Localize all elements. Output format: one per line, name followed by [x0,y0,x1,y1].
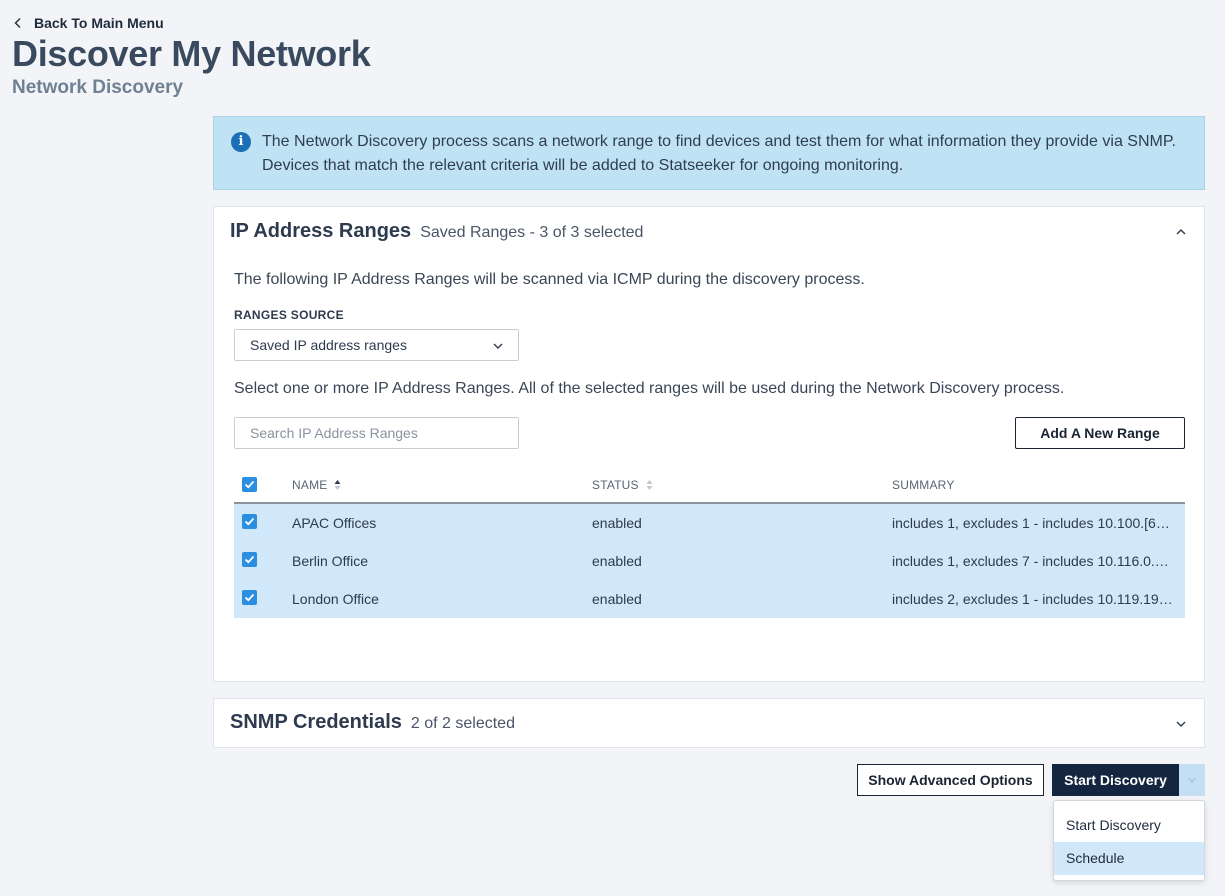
back-to-main-menu-link[interactable]: Back To Main Menu [12,15,164,31]
row-summary: includes 2, excludes 1 - includes 10.119… [892,591,1174,607]
info-banner: i The Network Discovery process scans a … [213,116,1205,190]
panel-title: SNMP Credentials [230,711,402,733]
row-name: APAC Offices [292,515,377,531]
row-name: Berlin Office [292,553,368,569]
panel-title: IP Address Ranges [230,220,412,242]
column-header-name[interactable]: NAME [292,478,341,492]
row-status: enabled [592,515,642,531]
snmp-credentials-panel[interactable]: SNMP Credentials 2 of 2 selected [213,698,1205,748]
row-checkbox[interactable] [242,552,257,567]
sort-icon [646,480,653,490]
sort-ascending-icon [334,480,341,490]
row-status: enabled [592,553,642,569]
column-header-status[interactable]: STATUS [592,478,653,492]
select-all-checkbox[interactable] [242,477,257,492]
back-label: Back To Main Menu [34,15,164,31]
info-text: The Network Discovery process scans a ne… [262,133,1176,174]
info-icon: i [231,132,251,152]
chevron-down-icon [1188,777,1196,783]
start-discovery-button[interactable]: Start Discovery [1052,764,1179,796]
chevron-down-icon [493,343,503,349]
checkmark-icon [244,593,255,602]
ranges-table: NAME STATUS SUMMARY APAC Offices enabled… [234,465,1185,618]
panel-summary: 2 of 2 selected [410,715,515,732]
page-title: Discover My Network [12,33,371,74]
checkmark-icon [244,517,255,526]
panel-header: IP Address Ranges Saved Ranges - 3 of 3 … [230,220,643,243]
row-summary: includes 1, excludes 7 - includes 10.116… [892,553,1174,569]
column-name-label: NAME [292,478,328,492]
select-ranges-description: Select one or more IP Address Ranges. Al… [234,380,1065,397]
start-discovery-dropdown-toggle[interactable] [1179,764,1205,796]
row-name: London Office [292,591,379,607]
panel-header: SNMP Credentials 2 of 2 selected [230,711,515,734]
row-summary: includes 1, excludes 1 - includes 10.100… [892,515,1174,531]
table-row[interactable]: London Office enabled includes 2, exclud… [234,580,1185,618]
ip-address-ranges-panel: IP Address Ranges Saved Ranges - 3 of 3 … [213,206,1205,682]
chevron-down-icon[interactable] [1174,717,1188,731]
show-advanced-options-button[interactable]: Show Advanced Options [857,764,1044,796]
checkmark-icon [244,555,255,564]
row-checkbox[interactable] [242,514,257,529]
row-checkbox[interactable] [242,590,257,605]
ranges-source-select[interactable]: Saved IP address ranges [234,329,519,361]
table-header: NAME STATUS SUMMARY [234,465,1185,504]
ranges-source-value: Saved IP address ranges [250,337,407,353]
table-row[interactable]: APAC Offices enabled includes 1, exclude… [234,504,1185,542]
menu-item-schedule[interactable]: Schedule [1054,842,1204,875]
page-subtitle: Network Discovery [12,77,184,98]
table-row[interactable]: Berlin Office enabled includes 1, exclud… [234,542,1185,580]
ranges-description: The following IP Address Ranges will be … [234,271,865,288]
menu-item-start-discovery[interactable]: Start Discovery [1054,809,1204,842]
column-status-label: STATUS [592,478,639,492]
row-status: enabled [592,591,642,607]
checkmark-icon [244,480,255,489]
ranges-source-label: RANGES SOURCE [234,308,344,322]
chevron-up-icon[interactable] [1174,225,1188,239]
chevron-left-icon [14,18,21,28]
add-new-range-button[interactable]: Add A New Range [1015,417,1185,449]
search-ranges-input[interactable] [234,417,519,449]
start-discovery-menu: Start Discovery Schedule [1053,800,1205,881]
column-header-summary: SUMMARY [892,478,955,492]
panel-summary: Saved Ranges - 3 of 3 selected [420,224,644,241]
